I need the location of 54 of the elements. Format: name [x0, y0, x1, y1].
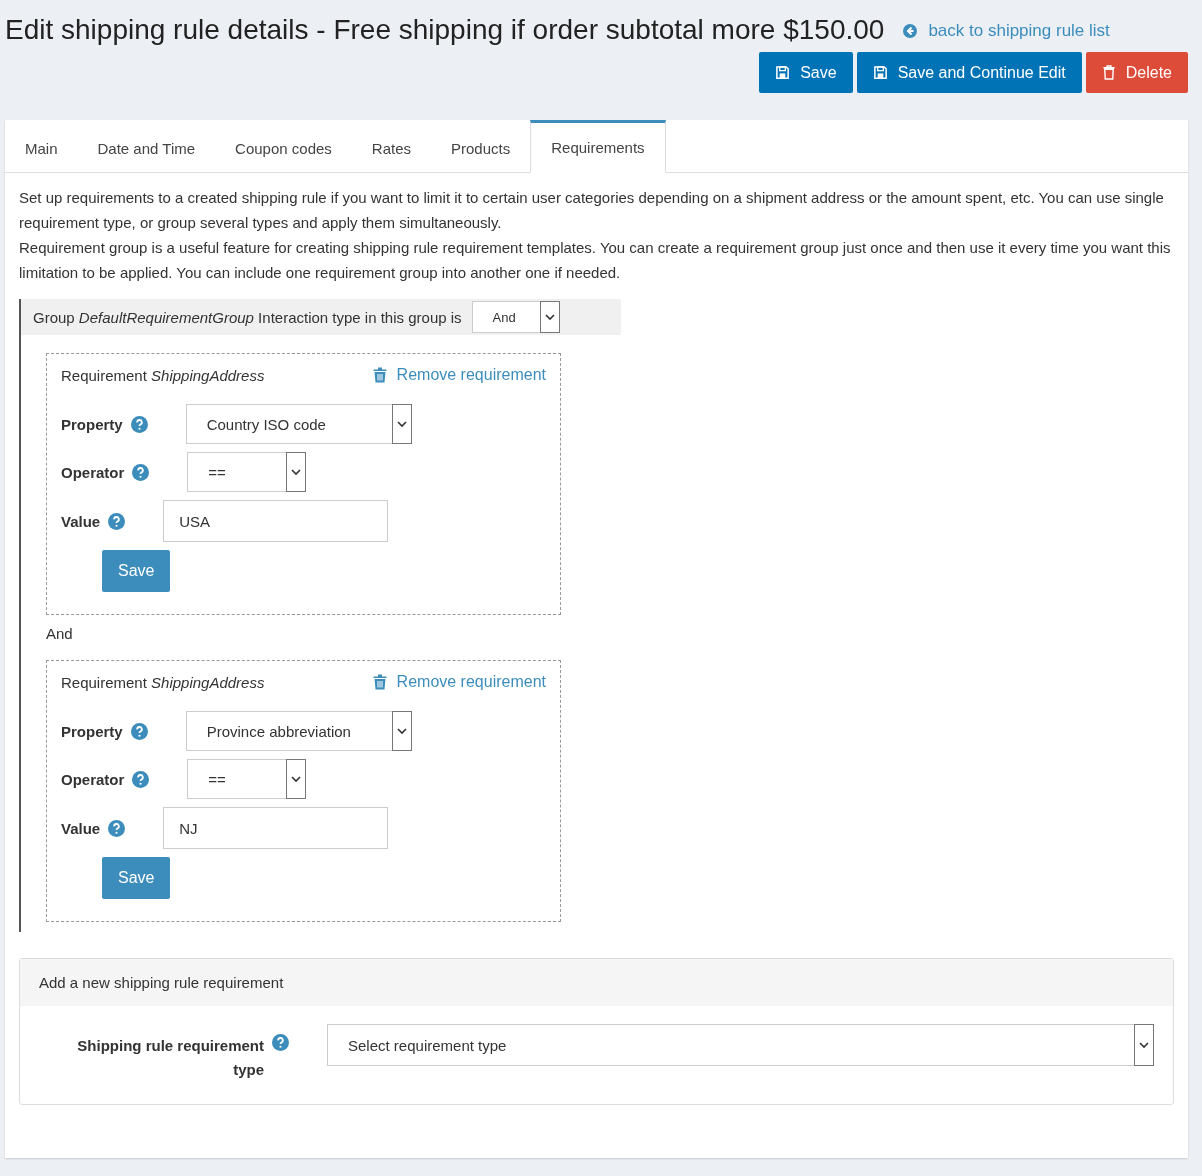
group-header-text: Group DefaultRequirementGroup Interaction type in this group is [33, 308, 462, 326]
select-field[interactable]: Country ISO code [185, 404, 412, 444]
tab[interactable]: Products [431, 120, 531, 173]
save-button[interactable]: Save and Continue Edit [856, 52, 1082, 93]
save-button[interactable]: Save [102, 550, 171, 592]
interaction-label: And [46, 625, 74, 642]
caret-icon [391, 404, 412, 444]
value-input[interactable]: USA [163, 500, 389, 542]
interaction-type-select[interactable]: And [471, 301, 560, 333]
requirement-title: Requirement ShippingAddress [61, 673, 265, 691]
remove-requirement-link[interactable]: Remove requirement [372, 673, 546, 691]
help-icon [132, 463, 150, 481]
field-label: Property [61, 415, 123, 433]
tab[interactable]: Rates [351, 120, 431, 173]
description-text: Set up requirements to a created shipping rule if you want to limit it to certain user categories depending on a shipment address or the amount spent, etc. You can use single requirement type, or group several types and apply them simultaneously. [19, 188, 1165, 233]
panel-heading: Add a new shipping rule requirement [20, 959, 1173, 1006]
requirement-title: Requirement ShippingAddress [61, 366, 265, 384]
trash-icon [1101, 65, 1116, 80]
tab[interactable]: Date and Time [77, 120, 216, 173]
field-label: Operator [61, 770, 125, 788]
select-field[interactable]: == [187, 759, 307, 799]
tab[interactable]: Requirements [530, 120, 666, 173]
help-icon [132, 770, 150, 788]
field-label: Value [61, 819, 101, 837]
field-label: Operator [61, 463, 125, 481]
field-label: Value [61, 512, 101, 530]
floppy-icon [775, 65, 791, 80]
caret-icon [539, 301, 560, 333]
help-icon [272, 1034, 289, 1051]
help-icon [130, 722, 148, 740]
help-icon [108, 819, 126, 837]
caret-icon [286, 452, 307, 492]
requirement-type-select[interactable]: Select requirement type [327, 1024, 1154, 1066]
description-text: Requirement group is a useful feature for creating shipping rule requirement templates. You can create a requirement group just once and then use it every time you want this limitation to be applied. You can include one requirement group into another one if needed. [19, 238, 1172, 283]
select-field[interactable]: Province abbreviation [185, 711, 412, 751]
caret-icon [286, 759, 307, 799]
help-icon [130, 415, 148, 433]
caret-icon [1134, 1024, 1154, 1066]
select-field[interactable]: == [187, 452, 307, 492]
field-label: Shipping rule requirement type [76, 1036, 264, 1080]
field-label: Property [61, 722, 123, 740]
caret-icon [391, 711, 412, 751]
floppy-icon [872, 65, 888, 80]
delete-button[interactable]: Delete [1085, 52, 1188, 93]
help-icon [108, 512, 126, 530]
save-button[interactable]: Save [759, 52, 853, 93]
value-input[interactable]: NJ [163, 807, 389, 849]
save-button[interactable]: Save [102, 857, 171, 899]
tab[interactable]: Main [5, 120, 78, 173]
trash-icon [372, 367, 387, 383]
remove-requirement-link[interactable]: Remove requirement [372, 366, 546, 384]
trash-icon [372, 674, 387, 690]
tab[interactable]: Coupon codes [215, 120, 352, 173]
page-title: Edit shipping rule details - Free shipping if order subtotal more $150.00 [5, 14, 885, 46]
